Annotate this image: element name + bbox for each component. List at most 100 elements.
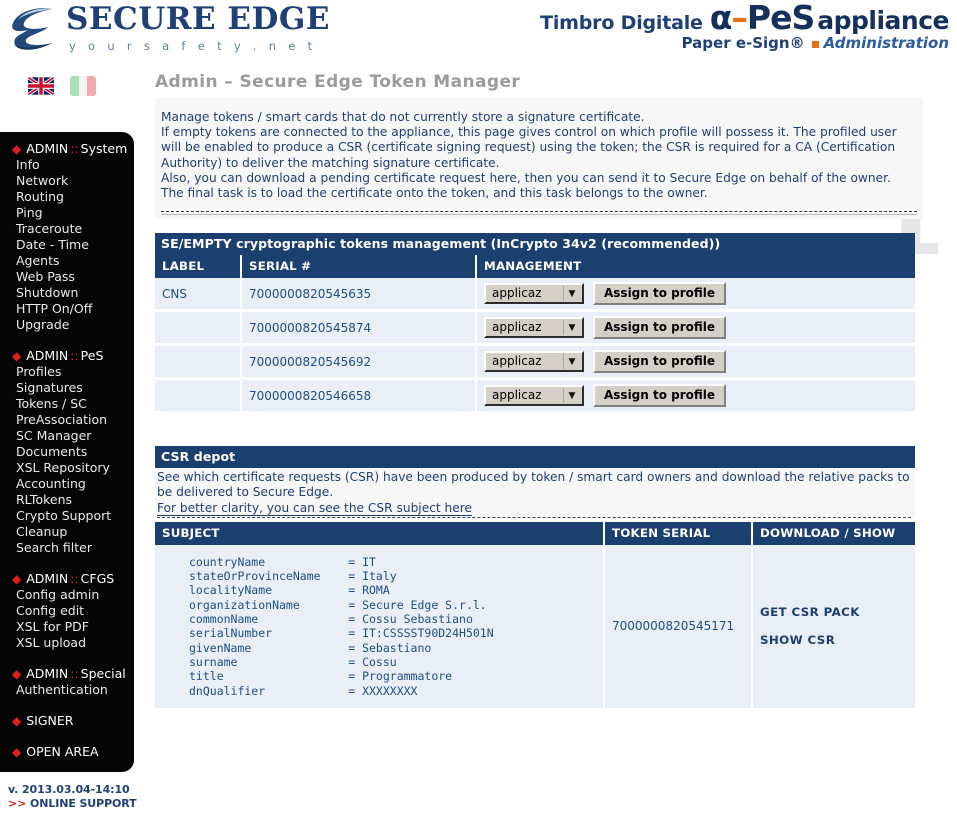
nav-group-special: ◆ ADMIN :: Special Authentication (0, 665, 134, 698)
nav-group-header-system[interactable]: ◆ ADMIN :: System (0, 140, 134, 157)
sidebar-item-date-time[interactable]: Date - Time (0, 237, 134, 253)
nav-group-header-pes[interactable]: ◆ ADMIN :: PeS (0, 347, 134, 364)
brand-tagline: y o u r s a f e t y . n e t (69, 39, 317, 53)
sidebar-item-shutdown[interactable]: Shutdown (0, 285, 134, 301)
token-label-cell: CNS (155, 278, 242, 313)
profile-select[interactable]: applicaz ▼ (484, 317, 584, 339)
sidebar-item-config-edit[interactable]: Config edit (0, 603, 134, 619)
nav-group-separator: :: (70, 141, 79, 156)
show-csr-link[interactable]: SHOW CSR (760, 633, 908, 647)
intro-dashed-divider (161, 211, 917, 213)
sidebar-item-preassociation[interactable]: PreAssociation (0, 412, 134, 428)
tokens-col-serial: SERIAL # (241, 255, 477, 279)
sidebar-item-web-pass[interactable]: Web Pass (0, 269, 134, 285)
orange-square-icon (811, 41, 819, 48)
get-csr-pack-link[interactable]: GET CSR PACK (760, 605, 908, 619)
csr-description: See which certificate requests (CSR) hav… (155, 468, 915, 518)
chevron-down-icon: ▼ (563, 388, 580, 404)
profile-select[interactable]: applicaz ▼ (484, 385, 584, 407)
token-label-cell (155, 378, 242, 415)
sidebar-item-traceroute[interactable]: Traceroute (0, 221, 134, 237)
apes-alpha-glyph: α–PeS (709, 0, 816, 37)
token-serial-cell[interactable]: 7000000820545635 (241, 278, 477, 313)
nav-group-header-signer[interactable]: ◆ SIGNER (0, 712, 134, 729)
sidebar-nav: ◆ ADMIN :: System Info Network Routing Ping Tr… (0, 132, 134, 772)
diamond-icon: ◆ (12, 744, 22, 759)
csr-depot-section: CSR depot See which certificate requests… (155, 446, 915, 711)
nav-group-word: System (80, 141, 128, 156)
main-content: Admin – Secure Edge Token Manager i Mana… (145, 72, 943, 711)
assign-to-profile-button[interactable]: Assign to profile (593, 316, 727, 340)
nav-group-separator: :: (70, 348, 79, 363)
nav-group-header-special[interactable]: ◆ ADMIN :: Special (0, 665, 134, 682)
chevron-down-icon: ▼ (563, 286, 580, 302)
sidebar-item-config-admin[interactable]: Config admin (0, 587, 134, 603)
csr-dashed-divider (157, 516, 911, 518)
csr-subject-link[interactable]: For better clarity, you can see the CSR … (157, 500, 473, 516)
sidebar-item-xsl-for-pdf[interactable]: XSL for PDF (0, 619, 134, 635)
assign-to-profile-button[interactable]: Assign to profile (593, 384, 727, 408)
nav-group-word: Special (80, 666, 126, 681)
profile-select[interactable]: applicaz ▼ (484, 351, 584, 373)
token-serial-cell[interactable]: 7000000820546658 (241, 378, 477, 415)
nav-group-prefix: ADMIN (26, 571, 69, 586)
csr-col-subject: SUBJECT (155, 521, 605, 545)
sidebar-item-routing[interactable]: Routing (0, 189, 134, 205)
csr-subject-link-row: For better clarity, you can see the CSR … (157, 500, 911, 516)
nav-group-header-cfgs[interactable]: ◆ ADMIN :: CFGS (0, 570, 134, 587)
sidebar-item-search-filter[interactable]: Search filter (0, 540, 134, 556)
assign-to-profile-button[interactable]: Assign to profile (593, 282, 727, 306)
sidebar-item-http-on-off[interactable]: HTTP On/Off (0, 301, 134, 317)
version-block: v. 2013.03.04-14:10 >> ONLINE SUPPORT (8, 783, 137, 811)
sidebar-item-authentication[interactable]: Authentication (0, 682, 134, 698)
csr-table-header-row: SUBJECT TOKEN SERIAL DOWNLOAD / SHOW (155, 521, 915, 545)
secure-edge-swoosh-logo (8, 5, 60, 53)
token-serial-cell[interactable]: 7000000820545874 (241, 310, 477, 347)
page-header: SECURE EDGE y o u r s a f e t y . n e t … (0, 0, 957, 58)
app-root: SECURE EDGE y o u r s a f e t y . n e t … (0, 0, 957, 818)
nav-group-cfgs: ◆ ADMIN :: CFGS Config admin Config edit XSL… (0, 570, 134, 651)
sidebar-item-signatures[interactable]: Signatures (0, 380, 134, 396)
brand-name: SECURE EDGE (66, 1, 331, 37)
diamond-icon: ◆ (12, 141, 22, 156)
sidebar-item-agents[interactable]: Agents (0, 253, 134, 269)
sidebar-item-info[interactable]: Info (0, 157, 134, 173)
intro-line-3: The final task is to load the certificat… (161, 186, 708, 201)
nav-group-signer: ◆ SIGNER (0, 712, 134, 729)
sidebar-item-accounting[interactable]: Accounting (0, 476, 134, 492)
tokens-col-label: LABEL (155, 255, 242, 279)
sidebar-item-sc-manager[interactable]: SC Manager (0, 428, 134, 444)
online-support-label: ONLINE SUPPORT (29, 797, 137, 810)
sidebar-item-ping[interactable]: Ping (0, 205, 134, 221)
sidebar-item-rltokens[interactable]: RLTokens (0, 492, 134, 508)
sidebar-item-upgrade[interactable]: Upgrade (0, 317, 134, 333)
profile-select-value: applicaz (492, 286, 542, 301)
token-row: 7000000820545692 applicaz ▼ Assign to profi… (155, 344, 915, 381)
csr-table: SUBJECT TOKEN SERIAL DOWNLOAD / SHOW cou… (155, 521, 915, 711)
sidebar-item-xsl-upload[interactable]: XSL upload (0, 635, 134, 651)
sidebar-item-network[interactable]: Network (0, 173, 134, 189)
online-support-link[interactable]: >> ONLINE SUPPORT (8, 797, 137, 811)
intro-line-2: Also, you can download a pending certifi… (161, 170, 891, 185)
diamond-icon: ◆ (12, 666, 22, 681)
sidebar-item-tokens-sc[interactable]: Tokens / SC (0, 396, 134, 412)
flag-en-icon[interactable] (28, 76, 54, 96)
sidebar-item-crypto-support[interactable]: Crypto Support (0, 508, 134, 524)
sidebar-item-xsl-repository[interactable]: XSL Repository (0, 460, 134, 476)
nav-group-word: PeS (80, 348, 104, 363)
sidebar-item-documents[interactable]: Documents (0, 444, 134, 460)
profile-select[interactable]: applicaz ▼ (484, 283, 584, 305)
assign-to-profile-button[interactable]: Assign to profile (593, 350, 727, 374)
csr-actions-cell: GET CSR PACK SHOW CSR (752, 544, 915, 711)
nav-group-header-open-area[interactable]: ◆ OPEN AREA (0, 743, 134, 760)
token-serial-cell[interactable]: 7000000820545692 (241, 344, 477, 381)
secure-edge-logo[interactable]: SECURE EDGE y o u r s a f e t y . n e t (8, 4, 330, 53)
flag-it-icon[interactable] (70, 76, 96, 96)
nav-group-prefix: OPEN AREA (26, 744, 99, 759)
sidebar-item-profiles[interactable]: Profiles (0, 364, 134, 380)
sidebar-item-cleanup[interactable]: Cleanup (0, 524, 134, 540)
intro-description: Manage tokens / smart cards that do not … (155, 98, 923, 220)
